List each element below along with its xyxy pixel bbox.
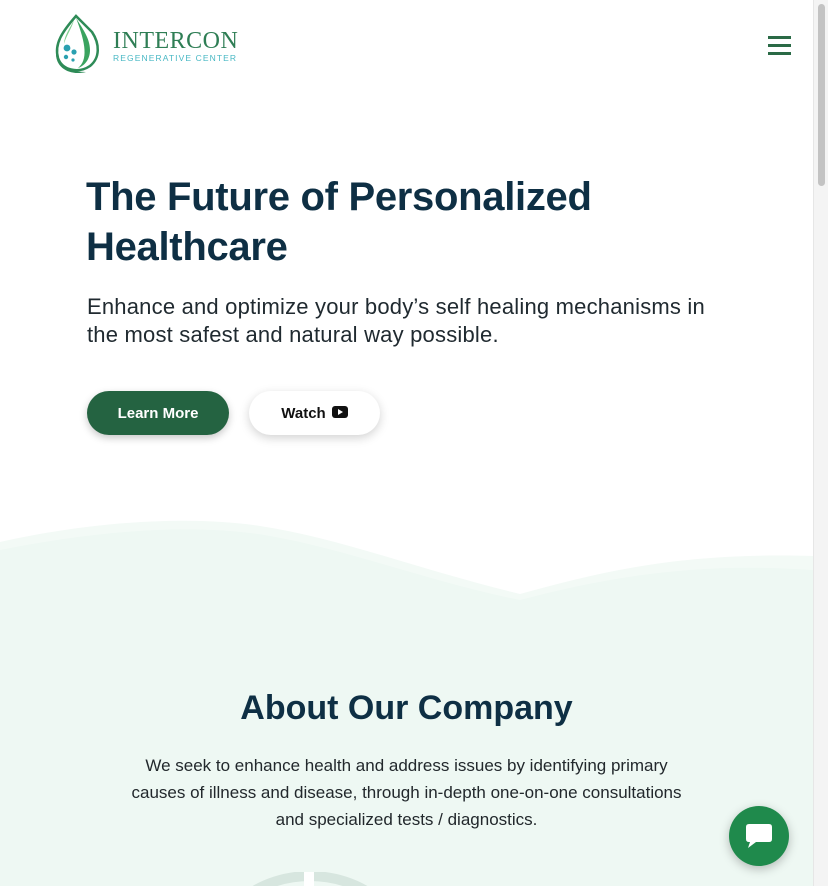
hero-subtitle: Enhance and optimize your body’s self he… xyxy=(87,294,705,347)
learn-more-button[interactable]: Learn More xyxy=(87,391,229,435)
logo-drop-icon xyxy=(55,14,99,74)
brand-name: INTERCON xyxy=(113,28,239,54)
section-wave xyxy=(0,520,813,640)
brand-tagline: REGENERATIVE CENTER xyxy=(113,53,238,63)
hamburger-menu-icon[interactable] xyxy=(766,34,794,58)
page: INTERCON REGENERATIVE CENTER The Future … xyxy=(0,0,813,886)
about-title: About Our Company xyxy=(240,689,573,727)
youtube-play-icon xyxy=(331,406,348,418)
watch-label: Watch xyxy=(281,404,326,422)
about-text: We seek to enhance health and address is… xyxy=(131,756,682,829)
chat-button[interactable] xyxy=(729,806,789,866)
menu-bar xyxy=(768,44,791,47)
scrollbar[interactable] xyxy=(813,0,828,886)
logo[interactable]: INTERCON REGENERATIVE CENTER xyxy=(52,14,242,74)
menu-bar xyxy=(768,36,791,39)
menu-bar xyxy=(768,52,791,55)
learn-more-label: Learn More xyxy=(117,404,199,422)
hero-title: The Future of Personalized Healthcare xyxy=(86,175,592,269)
watch-button[interactable]: Watch xyxy=(249,391,380,435)
chat-bubble-icon xyxy=(746,824,772,848)
scrollbar-thumb[interactable] xyxy=(818,4,825,186)
decorative-arc xyxy=(252,872,368,886)
